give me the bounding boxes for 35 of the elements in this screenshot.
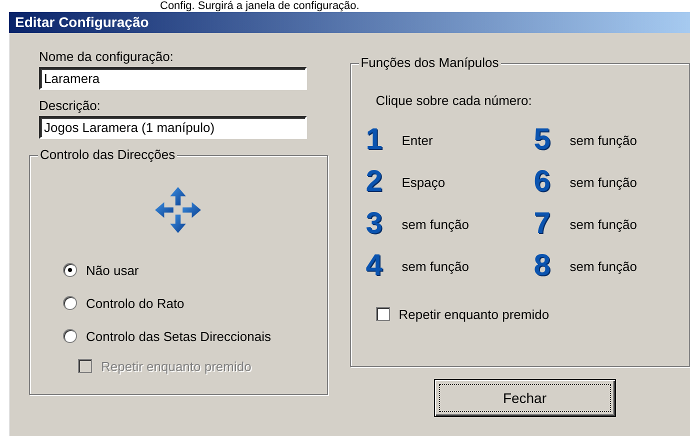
number-button[interactable]: 4 [366, 250, 398, 282]
description-input[interactable]: Jogos Laramera (1 manípulo) [39, 116, 307, 139]
number-button[interactable]: 6 [534, 166, 566, 198]
field-label: Nome da configuração: [39, 49, 174, 64]
checkbox[interactable] [376, 307, 390, 321]
caption-text: Config. Surgirá a janela de configuração. [159, 0, 360, 12]
group-title: Controlo das Direcções [38, 147, 178, 163]
radio-button[interactable] [63, 329, 77, 343]
function-label: sem função [402, 258, 469, 274]
function-label: sem função [570, 174, 637, 190]
function-label: Espaço [402, 174, 446, 190]
function-label: sem função [402, 216, 469, 232]
number-button[interactable]: 1 [366, 124, 398, 156]
window-title: Editar Configuração [9, 12, 690, 33]
name-input[interactable]: Laramera [39, 67, 307, 90]
instruction-text: Clique sobre cada número: [376, 93, 533, 108]
function-label: Enter [402, 132, 433, 148]
number-button[interactable]: 3 [366, 208, 398, 240]
radio-label: Não usar [86, 262, 139, 278]
close-button[interactable]: Fechar [434, 379, 616, 417]
radio-label: Controlo do Rato [86, 296, 184, 310]
function-label: sem função [570, 216, 637, 232]
number-button[interactable]: 5 [534, 124, 566, 156]
radio-button[interactable] [63, 263, 77, 277]
field-label: Descrição: [39, 98, 102, 113]
function-label: sem função [570, 132, 637, 148]
function-label: sem função [570, 258, 637, 274]
number-button[interactable]: 7 [534, 208, 566, 240]
group-title: Funções dos Manípulos [358, 55, 501, 71]
number-button[interactable]: 2 [366, 166, 398, 198]
checkbox-label: Repetir enquanto premido [101, 358, 252, 374]
radio-label: Controlo das Setas Direccionais [86, 328, 271, 344]
radio-button[interactable] [63, 296, 77, 310]
number-button[interactable]: 8 [534, 250, 566, 282]
checkbox-label: Repetir enquanto premido [398, 306, 550, 322]
